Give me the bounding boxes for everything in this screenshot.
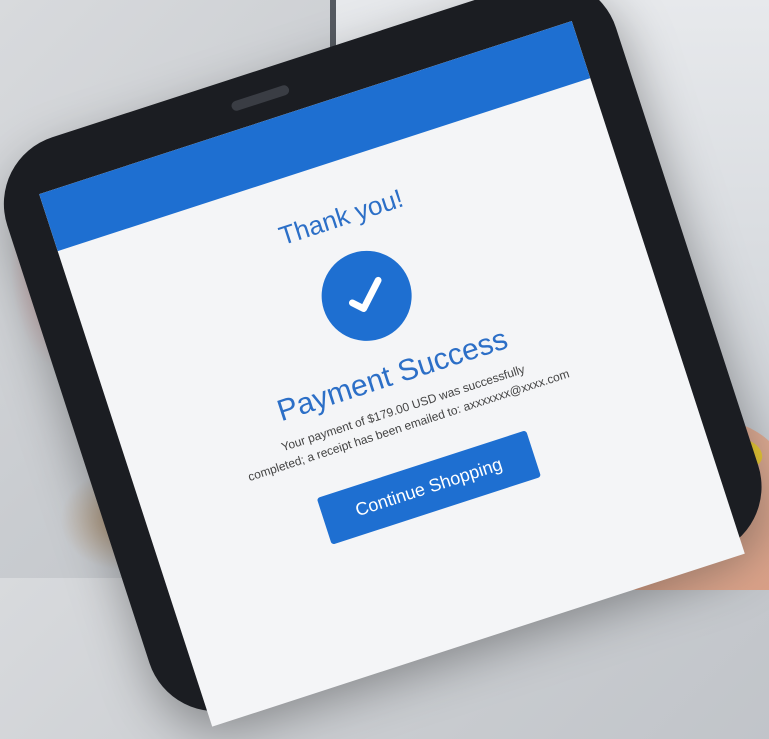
check-circle-icon — [309, 239, 424, 353]
phone-speaker — [230, 84, 291, 113]
check-icon — [348, 276, 382, 313]
phone-screen: Thank you! Payment Success Your payment … — [39, 21, 745, 727]
